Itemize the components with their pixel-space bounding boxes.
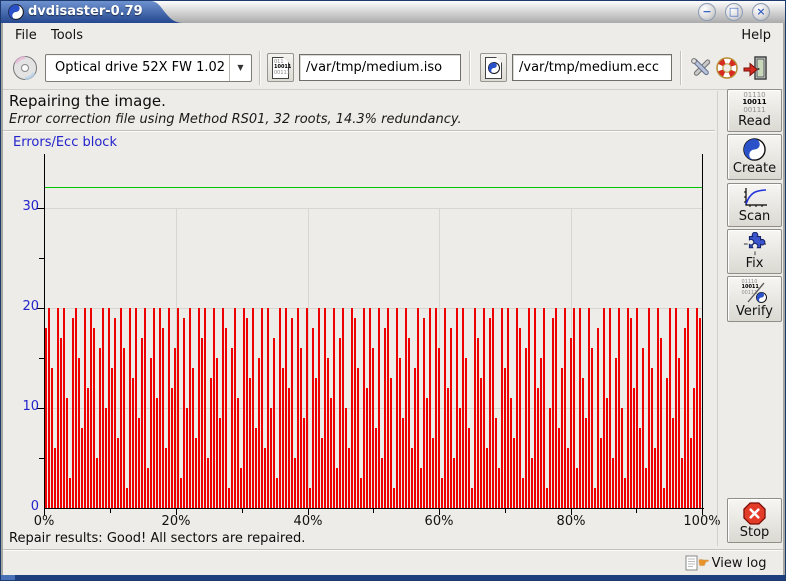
fix-puzzle-icon bbox=[743, 232, 767, 256]
image-file-picker-button[interactable]: 0111001100111 bbox=[267, 53, 294, 82]
x-tick-label-0: 0% bbox=[29, 514, 59, 529]
y-tick-label-20: 20 bbox=[13, 299, 39, 314]
stop-button-label: Stop bbox=[740, 525, 770, 540]
y-tick-label-30: 30 bbox=[13, 199, 39, 214]
menu-help[interactable]: Help bbox=[735, 26, 777, 45]
view-log-button[interactable]: ☛ View log bbox=[685, 553, 766, 573]
x-tick-label-20: 20% bbox=[154, 514, 198, 529]
menu-file[interactable]: File bbox=[9, 26, 43, 45]
create-button[interactable]: Create bbox=[727, 134, 782, 180]
correction-limit-line bbox=[45, 187, 702, 188]
toolbar-separator bbox=[680, 51, 682, 85]
separator bbox=[1, 130, 715, 132]
create-button-label: Create bbox=[733, 161, 776, 176]
close-button[interactable]: × bbox=[752, 3, 770, 21]
chart-plot-area bbox=[45, 154, 703, 508]
separator bbox=[717, 91, 718, 546]
scan-curve-icon bbox=[742, 187, 768, 209]
ecc-file-input[interactable] bbox=[512, 54, 672, 81]
verify-button[interactable]: 011101001100111 Verify bbox=[727, 276, 782, 322]
status-heading: Repairing the image. bbox=[9, 92, 166, 110]
cd-drive-icon bbox=[12, 55, 38, 81]
minimize-icon: − bbox=[702, 5, 711, 18]
read-binary-icon: 011101001100111 bbox=[742, 92, 766, 115]
scan-button-label: Scan bbox=[739, 209, 771, 224]
yinyang-icon bbox=[488, 62, 500, 74]
drive-selector[interactable]: Optical drive 52X FW 1.02 ▼ bbox=[45, 54, 252, 82]
close-icon: × bbox=[756, 5, 765, 18]
preferences-tools-icon[interactable] bbox=[689, 56, 713, 80]
ecc-file-picker-button[interactable] bbox=[480, 53, 507, 82]
x-tick-label-80: 80% bbox=[549, 514, 593, 529]
maximize-icon: □ bbox=[729, 5, 739, 18]
result-text: Repair results: Good! All sectors are re… bbox=[9, 531, 305, 546]
image-file-input[interactable] bbox=[299, 54, 461, 81]
read-button[interactable]: 011101001100111 Read bbox=[727, 89, 782, 132]
app-logo-yinyang-icon bbox=[8, 4, 24, 20]
pointer-hand-icon: ☛ bbox=[698, 556, 710, 571]
minimize-button[interactable]: − bbox=[698, 3, 716, 21]
maximize-button[interactable]: □ bbox=[725, 3, 743, 21]
fix-button[interactable]: Fix bbox=[727, 229, 782, 274]
help-lifebuoy-icon[interactable] bbox=[715, 56, 739, 80]
menubar: File Tools Help bbox=[3, 23, 783, 46]
y-tick-label-10: 10 bbox=[13, 399, 39, 414]
y-tick-label-0: 0 bbox=[13, 499, 39, 514]
toolbar: Optical drive 52X FW 1.02 ▼ 011100110011… bbox=[3, 46, 783, 90]
stop-button[interactable]: Stop bbox=[727, 498, 782, 543]
app-window: dvdisaster-0.79 − □ × File Tools Help Op… bbox=[0, 0, 786, 581]
chevron-down-icon[interactable]: ▼ bbox=[229, 55, 251, 81]
x-tick-label-40: 40% bbox=[286, 514, 330, 529]
position-marker-line bbox=[702, 154, 703, 508]
chart-ylabel: Errors/Ecc block bbox=[13, 135, 117, 150]
chart-bars bbox=[45, 154, 703, 508]
verify-compare-icon: 011101001100111 bbox=[742, 280, 768, 304]
verify-button-label: Verify bbox=[736, 304, 773, 319]
menu-tools[interactable]: Tools bbox=[45, 26, 89, 45]
window-border bbox=[1, 23, 3, 576]
resize-grip[interactable] bbox=[1, 575, 15, 580]
fix-button-label: Fix bbox=[746, 256, 764, 271]
create-yinyang-icon bbox=[743, 138, 766, 161]
x-axis bbox=[44, 508, 704, 509]
x-tick-label-100: 100% bbox=[676, 514, 728, 529]
ecc-file-icon bbox=[485, 57, 502, 79]
titlebar[interactable]: dvdisaster-0.79 − □ × bbox=[1, 1, 785, 23]
read-button-label: Read bbox=[738, 114, 771, 129]
window-title: dvdisaster-0.79 bbox=[28, 4, 143, 19]
toolbar-separator bbox=[469, 51, 471, 85]
iso-image-icon: 0111001100111 bbox=[272, 57, 289, 79]
x-tick-label-60: 60% bbox=[417, 514, 461, 529]
view-log-label: View log bbox=[712, 556, 767, 571]
toolbar-separator bbox=[259, 51, 261, 85]
y-axis bbox=[44, 154, 45, 509]
separator bbox=[1, 549, 785, 551]
log-page-icon bbox=[685, 555, 698, 571]
stop-octagon-icon bbox=[743, 502, 766, 525]
window-border bbox=[783, 23, 785, 576]
status-detail: Error correction file using Method RS01,… bbox=[9, 112, 462, 127]
window-border-bottom bbox=[1, 575, 785, 580]
exit-door-icon[interactable] bbox=[743, 55, 769, 81]
drive-selector-value: Optical drive 52X FW 1.02 bbox=[55, 60, 225, 75]
scan-button[interactable]: Scan bbox=[727, 183, 782, 227]
